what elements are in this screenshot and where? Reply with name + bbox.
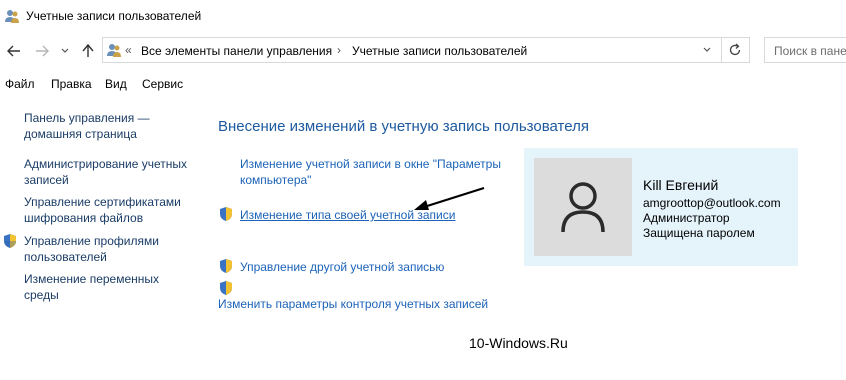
menu-tools[interactable]: Сервис [142, 77, 183, 91]
sidebar-control-panel-home[interactable]: Панель управления — домашняя страница [24, 110, 150, 142]
breadcrumb-control-panel[interactable]: Все элементы панели управления [141, 44, 332, 58]
breadcrumb-overflow-chevrons[interactable]: « [125, 43, 132, 57]
menu-view[interactable]: Вид [105, 77, 127, 91]
user-accounts-location-icon [107, 44, 121, 57]
user-email: amgroottop@outlook.com [643, 196, 781, 210]
watermark: 10-Windows.Ru [469, 335, 568, 351]
user-account-card: Kill Евгений amgroottop@outlook.com Адми… [524, 148, 798, 266]
task-manage-another-account[interactable]: Управление другой учетной записью [240, 259, 444, 275]
user-accounts-icon [5, 10, 19, 23]
recent-locations-chevron-icon[interactable] [60, 43, 70, 59]
up-arrow-icon[interactable] [80, 43, 96, 59]
menu-file[interactable]: Файл [5, 77, 35, 91]
back-arrow-icon[interactable] [6, 43, 22, 59]
uac-shield-icon [220, 281, 232, 295]
user-role: Администратор [643, 211, 730, 225]
refresh-icon [729, 43, 741, 56]
user-avatar-icon [561, 182, 605, 233]
sidebar-manage-certificates[interactable]: Управление сертификатами шифрования файл… [24, 194, 181, 226]
uac-shield-icon [4, 234, 16, 248]
annotation-arrow-icon [414, 186, 485, 210]
user-name: Kill Евгений [643, 177, 719, 193]
sidebar-manage-accounts[interactable]: Администрирование учетных записей [24, 156, 187, 188]
page-title: Внесение изменений в учетную запись поль… [218, 118, 589, 135]
sidebar-manage-profiles[interactable]: Управление профилями пользователей [24, 233, 159, 265]
forward-arrow-icon[interactable] [34, 43, 50, 59]
address-dropdown-chevron-icon[interactable] [702, 45, 712, 55]
avatar [534, 158, 632, 256]
task-change-account-in-settings[interactable]: Изменение учетной записи в окне "Парамет… [240, 156, 501, 188]
window-title: Учетные записи пользователей [26, 9, 202, 23]
address-bar[interactable]: « Все элементы панели управления › Учетн… [102, 37, 722, 63]
breadcrumb-user-accounts[interactable]: Учетные записи пользователей [352, 44, 527, 58]
uac-shield-icon [220, 207, 232, 221]
refresh-button[interactable] [722, 37, 750, 63]
sidebar-environment-variables[interactable]: Изменение переменных среды [24, 271, 159, 303]
user-password-status: Защищена паролем [643, 226, 755, 240]
breadcrumb-separator[interactable]: › [337, 43, 341, 57]
title-bar: Учетные записи пользователей [0, 0, 846, 32]
uac-shield-icon [220, 259, 232, 273]
task-change-uac-settings[interactable]: Изменить параметры контроля учетных запи… [218, 296, 488, 312]
search-input[interactable]: Поиск в пане [764, 37, 846, 63]
menu-edit[interactable]: Правка [51, 77, 92, 91]
